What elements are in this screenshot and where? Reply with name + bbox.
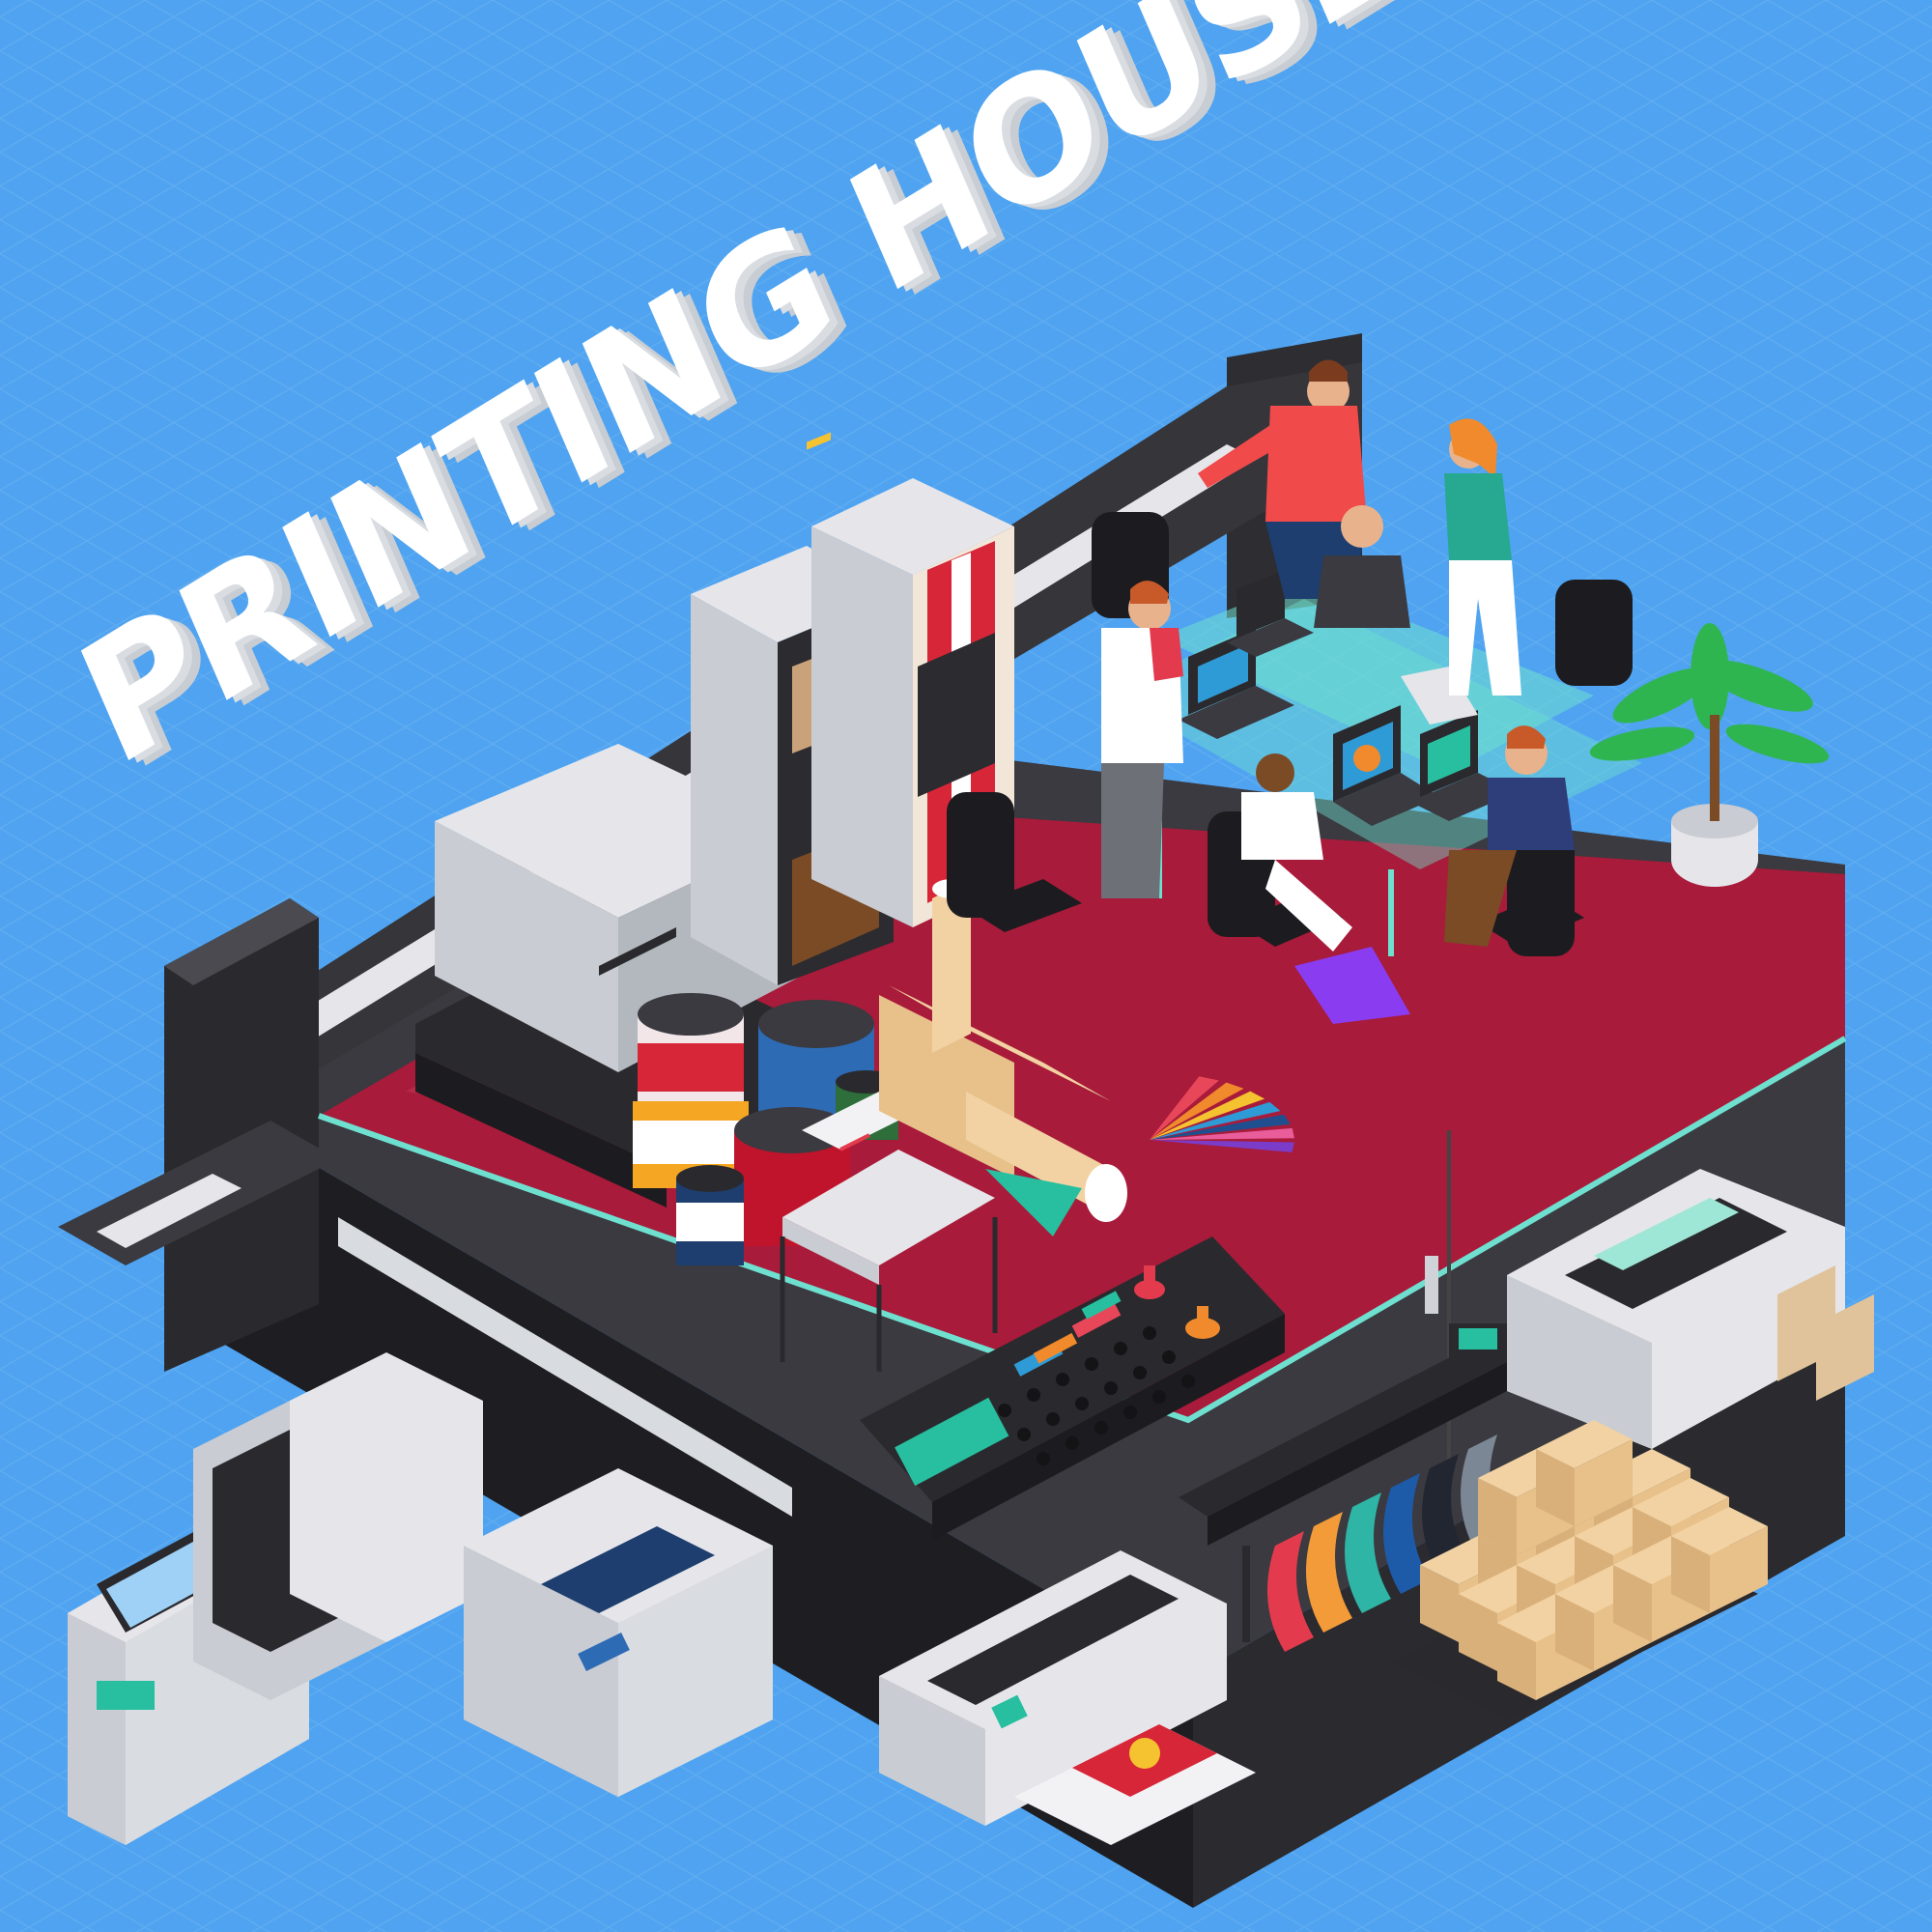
chair-back-2 <box>1555 580 1633 686</box>
banner-printer-display <box>1459 1328 1497 1350</box>
paint-can-red-label <box>638 1043 744 1092</box>
paint-can-blue-lid <box>758 1000 874 1048</box>
soda-machine-left <box>811 526 913 927</box>
coffee-machine-left <box>691 594 778 985</box>
paint-can-small-label <box>676 1203 744 1241</box>
offset-press-display <box>97 1681 155 1710</box>
control-knob-orange-stem <box>1197 1306 1208 1328</box>
paint-can-orange-label <box>633 1121 749 1164</box>
paper-roll <box>1085 1164 1127 1222</box>
paint-can-red-lid <box>638 993 744 1036</box>
paint-can-small-lid <box>676 1165 744 1192</box>
cabinet-handle <box>1425 1256 1438 1314</box>
printing-house-illustration: PRINTING HOUSE PRINTING HOUSE PRINTING H… <box>0 0 1932 1932</box>
control-knob-red-stem <box>1144 1265 1155 1290</box>
smiley-print-icon <box>1129 1738 1160 1769</box>
